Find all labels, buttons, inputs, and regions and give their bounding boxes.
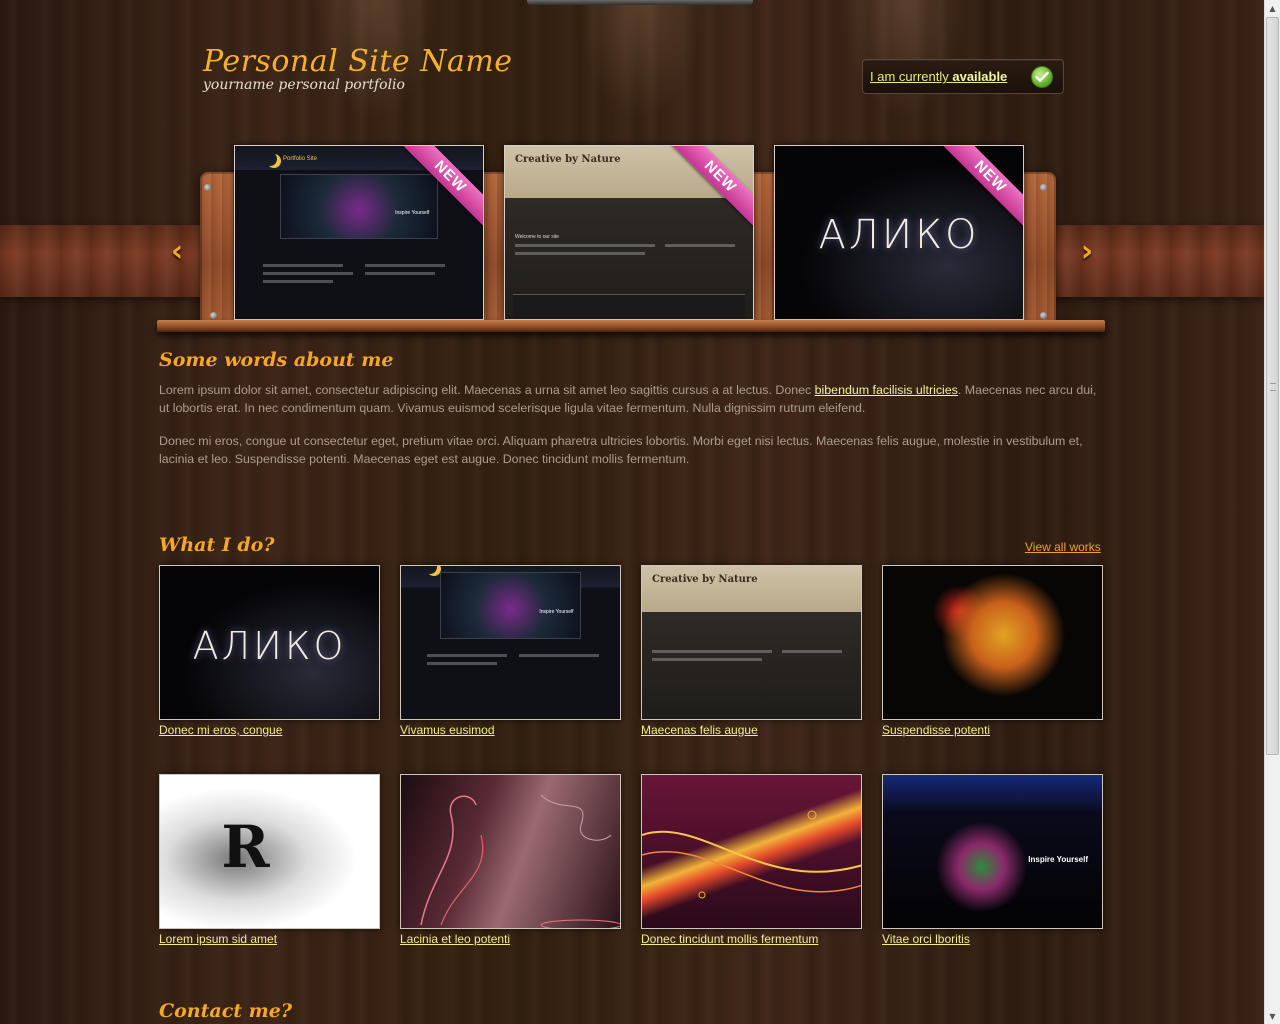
work-thumbnail[interactable]: Creative by Nature <box>641 565 862 720</box>
thumb-text: Inspire Yourself <box>1028 854 1088 864</box>
check-icon <box>1031 66 1053 88</box>
site-title[interactable]: Personal Site Name <box>203 44 513 79</box>
vertical-scrollbar[interactable]: ▲ ▼ <box>1264 0 1280 1024</box>
grip-icon <box>1270 383 1276 391</box>
work-thumbnail[interactable]: Inspire Yourself <box>400 565 621 720</box>
showcase-item-title: Portfolio Site <box>283 156 318 162</box>
work-card[interactable]: Donec tincidunt mollis fermentum <box>641 774 863 946</box>
availability-prefix: I am currently <box>870 69 953 84</box>
text-line <box>263 280 333 283</box>
about-text: Lorem ipsum dolor sit amet, consectetur … <box>159 383 815 397</box>
text-line <box>263 272 353 275</box>
text-line <box>665 244 735 247</box>
moon-icon <box>263 152 277 166</box>
thumb-screen: Inspire Yourself <box>440 572 581 640</box>
work-caption-link[interactable]: Lacinia et leo potenti <box>400 932 622 946</box>
showcase-gallery-strip <box>513 294 745 319</box>
showcase-item-subtitle: Welcome to our site <box>515 234 560 240</box>
work-caption-link[interactable]: Lorem ipsum sid amet <box>159 932 381 946</box>
screw-icon <box>204 184 211 191</box>
text-line <box>515 252 645 255</box>
work-card[interactable]: Inspire Yourself Vitae orci lboritis <box>882 774 1104 946</box>
showcase-item[interactable]: Portfolio Site Inspire Yourself NEW <box>234 145 484 320</box>
work-caption-link[interactable]: Suspendisse potenti <box>882 723 1104 737</box>
moon-icon <box>423 566 437 574</box>
about-link[interactable]: bibendum facilisis ultricies <box>815 383 958 397</box>
site-subtitle: yourname personal portfolio <box>203 77 405 93</box>
availability-badge[interactable]: I am currently available <box>862 59 1064 94</box>
showcase-item[interactable]: Creative by Nature Welcome to our site N… <box>504 145 754 320</box>
thumb-text: R <box>221 813 270 882</box>
availability-link[interactable]: I am currently available <box>870 69 1007 84</box>
screw-icon <box>1040 312 1047 319</box>
work-thumbnail[interactable] <box>882 565 1103 720</box>
text-line <box>652 650 772 653</box>
availability-status: available <box>952 69 1008 84</box>
wave-lines <box>642 810 861 899</box>
text-line <box>365 272 435 275</box>
work-card[interactable]: Lacinia et leo potenti <box>400 774 622 946</box>
about-paragraph-2: Donec mi eros, congue ut consectetur ege… <box>159 434 1083 466</box>
new-ribbon: NEW <box>666 146 753 231</box>
showcase-screen-label: Inspire Yourself <box>395 209 430 216</box>
thumb-text: Inspire Yourself <box>539 609 574 616</box>
text-line <box>427 662 497 665</box>
chevron-right-icon[interactable]: › <box>1072 234 1102 269</box>
screw-icon <box>1040 184 1047 191</box>
work-card[interactable]: Suspendisse potenti <box>882 565 1104 737</box>
showcase-screen: Inspire Yourself <box>279 173 439 240</box>
lamp-bracket <box>527 0 753 5</box>
floral-swirls <box>420 794 620 928</box>
text-line <box>427 654 507 657</box>
text-line <box>519 654 599 657</box>
work-thumbnail[interactable] <box>641 774 862 929</box>
thumb-text: АЛИКО <box>192 624 347 669</box>
work-thumbnail[interactable]: R <box>159 774 380 929</box>
work-card[interactable]: АЛИКО Donec mi eros, congue <box>159 565 381 737</box>
work-thumbnail[interactable]: АЛИКО <box>159 565 380 720</box>
work-card[interactable]: R Lorem ipsum sid amet <box>159 774 381 946</box>
view-all-works-link[interactable]: View all works <box>1025 540 1101 554</box>
showcase-item[interactable]: АЛИКО NEW <box>774 145 1024 320</box>
work-caption-link[interactable]: Maecenas felis augue <box>641 723 863 737</box>
work-caption-link[interactable]: Donec mi eros, congue <box>159 723 381 737</box>
scrollbar-thumb[interactable] <box>1266 17 1279 755</box>
showcase-item-title: АЛИКО <box>818 211 980 258</box>
work-thumbnail[interactable] <box>400 774 621 929</box>
about-heading: Some words about me <box>159 349 394 371</box>
showcase-item-title: Creative by Nature <box>515 154 621 165</box>
work-caption-link[interactable]: Vivamus eusimod <box>400 723 622 737</box>
works-heading: What I do? <box>159 534 275 556</box>
screw-icon <box>210 312 217 319</box>
work-caption-link[interactable]: Donec tincidunt mollis fermentum <box>641 932 863 946</box>
work-thumbnail[interactable]: Inspire Yourself <box>882 774 1103 929</box>
work-card[interactable]: Inspire Yourself Vivamus eusimod <box>400 565 622 737</box>
scroll-down-icon[interactable]: ▼ <box>1265 1008 1280 1024</box>
about-paragraph-1: Lorem ipsum dolor sit amet, consectetur … <box>159 381 1105 417</box>
thumb-text: Creative by Nature <box>652 574 758 585</box>
work-caption-link[interactable]: Vitae orci lboritis <box>882 932 1104 946</box>
text-line <box>365 264 445 267</box>
shelf-plank <box>157 320 1105 332</box>
text-line <box>782 650 842 653</box>
chevron-left-icon[interactable]: ‹ <box>162 234 192 269</box>
text-line <box>515 244 655 247</box>
scroll-up-icon[interactable]: ▲ <box>1265 0 1280 16</box>
work-card[interactable]: Creative by Nature Maecenas felis augue <box>641 565 863 737</box>
contact-heading: Contact me? <box>159 1000 292 1022</box>
text-line <box>652 658 762 661</box>
text-line <box>263 264 343 267</box>
